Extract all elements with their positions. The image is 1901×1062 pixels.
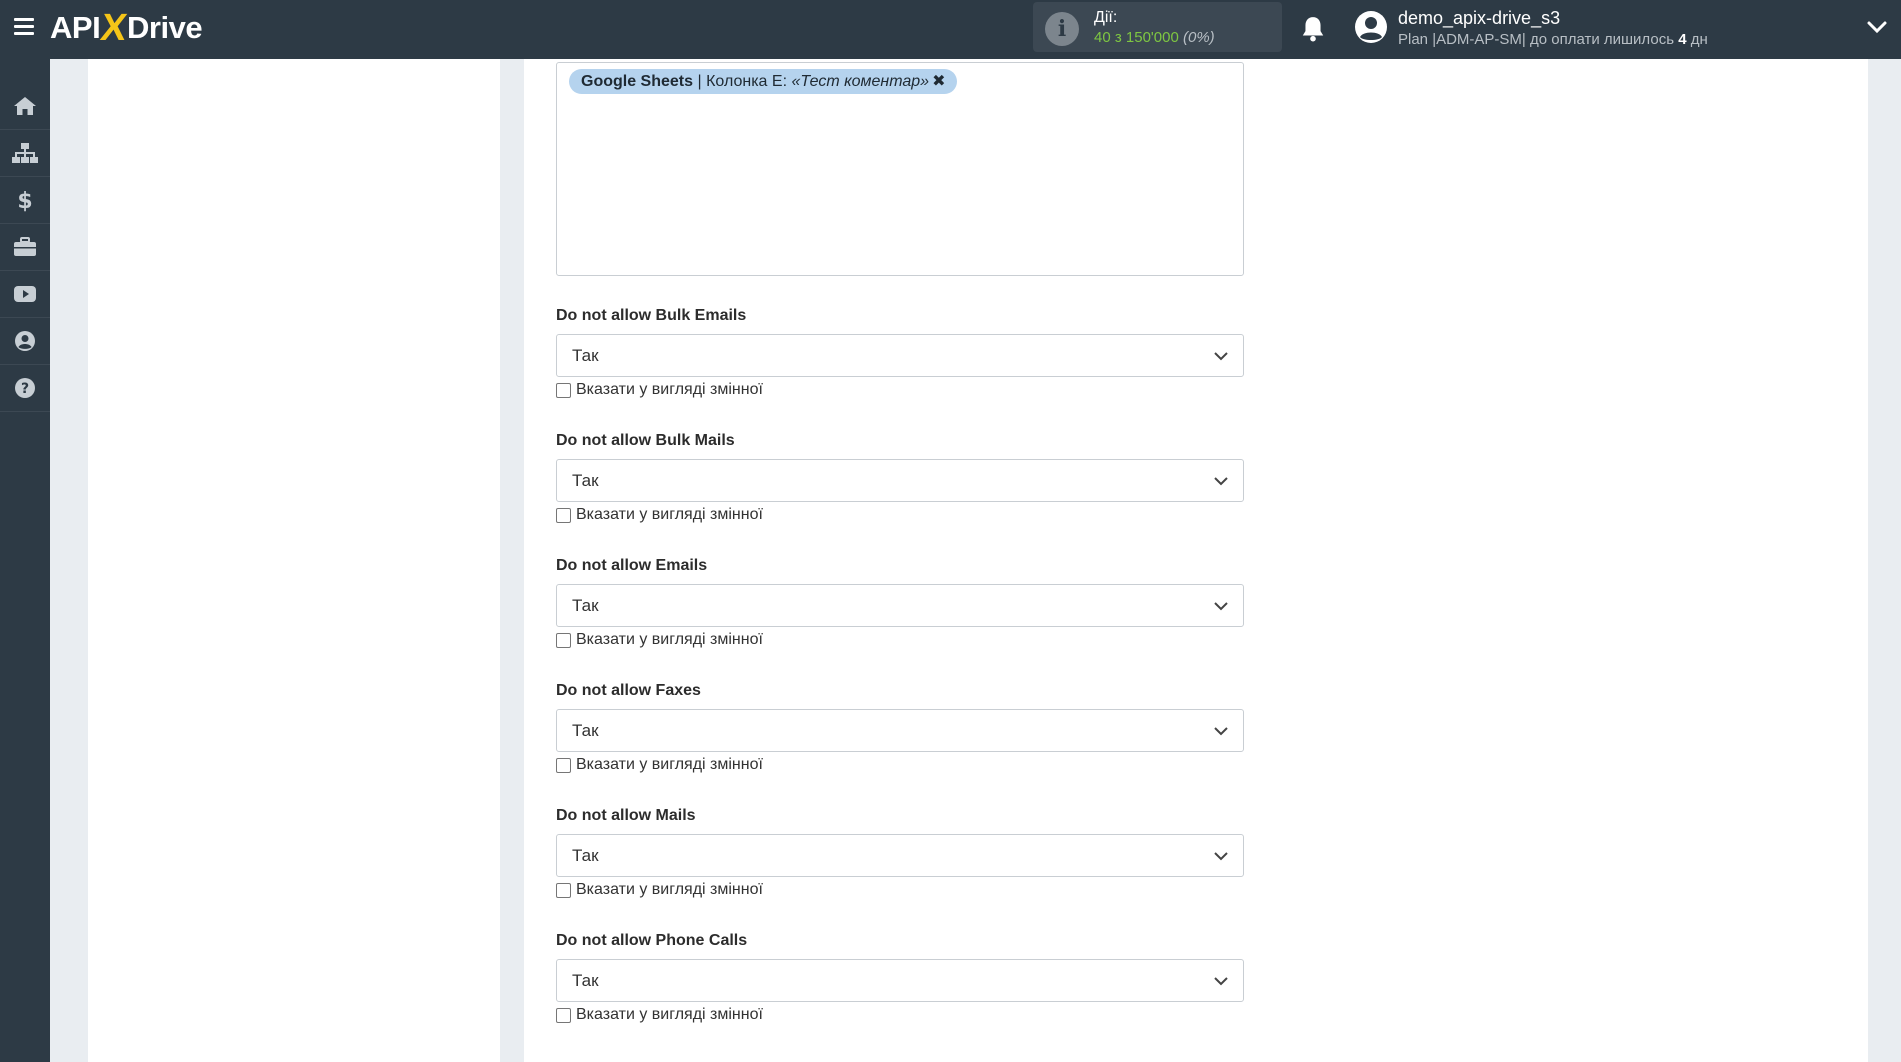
select-do-not-allow-faxes[interactable]: Так <box>556 709 1244 752</box>
tag-remove-icon[interactable]: ✖ <box>932 73 945 90</box>
info-icon: i <box>1045 12 1079 46</box>
plan-days: 4 <box>1678 31 1687 48</box>
chevron-down-icon <box>1214 352 1228 361</box>
sidebar-item-services[interactable] <box>0 224 50 271</box>
field-label: Do not allow Phone Calls <box>556 932 748 949</box>
select-do-not-allow-mails[interactable]: Так <box>556 834 1244 877</box>
field-label: Do not allow Faxes <box>556 682 701 699</box>
user-plan: Plan |ADM-AP-SM| до оплати лишилось 4 дн <box>1398 31 1708 48</box>
sidebar-item-billing[interactable]: $ <box>0 177 50 224</box>
checkbox-row: Вказати у вигляді змінної <box>556 755 763 775</box>
chevron-down-icon <box>1214 727 1228 736</box>
variable-checkbox[interactable] <box>556 507 571 523</box>
chevron-down-icon <box>1214 852 1228 861</box>
actions-label: Дії: <box>1094 9 1118 26</box>
field-label: Do not allow Mails <box>556 807 696 824</box>
checkbox-label[interactable]: Вказати у вигляді змінної <box>576 881 763 899</box>
tag-source: Google Sheets <box>581 73 694 90</box>
checkbox-label[interactable]: Вказати у вигляді змінної <box>576 756 763 774</box>
field-mapping-textarea[interactable]: Google Sheets | Колонка E: «Тест комента… <box>556 62 1244 276</box>
sidebar-item-home[interactable] <box>0 83 50 130</box>
sidebar-item-connections[interactable] <box>0 130 50 177</box>
field-label: Do not allow Bulk Mails <box>556 432 735 449</box>
checkbox-row: Вказати у вигляді змінної <box>556 880 763 900</box>
sidebar: $ ? <box>0 59 50 1062</box>
menu-icon[interactable] <box>14 18 34 36</box>
checkbox-row: Вказати у вигляді змінної <box>556 630 763 650</box>
svg-text:$: $ <box>17 189 32 212</box>
variable-checkbox[interactable] <box>556 1007 571 1023</box>
sidebar-item-video[interactable] <box>0 271 50 318</box>
select-value: Так <box>572 721 599 740</box>
field-label: Do not allow Emails <box>556 557 708 574</box>
sitemap-icon <box>12 143 38 163</box>
chevron-down-icon[interactable] <box>1866 18 1888 36</box>
select-do-not-allow-emails[interactable]: Так <box>556 584 1244 627</box>
chevron-down-icon <box>1214 977 1228 986</box>
left-panel <box>88 59 500 1062</box>
select-value: Так <box>572 596 599 615</box>
checkbox-label[interactable]: Вказати у вигляді змінної <box>576 381 763 399</box>
field-label: Do not allow Bulk Emails <box>556 307 747 324</box>
bell-icon[interactable] <box>1300 15 1326 43</box>
user-name[interactable]: demo_apix-drive_s3 <box>1398 8 1560 29</box>
logo[interactable]: API X Drive <box>50 6 203 49</box>
select-do-not-allow-phone-calls[interactable]: Так <box>556 959 1244 1002</box>
actions-counter: i Дії: 40 з 150'000 (0%) <box>1033 2 1282 52</box>
checkbox-label[interactable]: Вказати у вигляді змінної <box>576 506 763 524</box>
select-do-not-allow-bulk-emails[interactable]: Так <box>556 334 1244 377</box>
tag-column: | Колонка E: <box>693 73 792 90</box>
logo-text-x: X <box>98 6 130 49</box>
sidebar-item-help[interactable]: ? <box>0 365 50 412</box>
plan-days-unit: дн <box>1690 31 1708 48</box>
logo-text-api: API <box>50 10 101 45</box>
select-value: Так <box>572 846 599 865</box>
actions-percent: (0%) <box>1183 29 1215 46</box>
select-value: Так <box>572 471 599 490</box>
top-bar: API X Drive i Дії: 40 з 150'000 (0%) demo_… <box>0 0 1901 59</box>
select-value: Так <box>572 971 599 990</box>
variable-checkbox[interactable] <box>556 632 571 648</box>
variable-checkbox[interactable] <box>556 882 571 898</box>
tag-value: «Тест коментар» <box>791 73 930 90</box>
youtube-icon <box>14 286 36 302</box>
dollar-icon: $ <box>17 189 32 212</box>
select-value: Так <box>572 346 599 365</box>
select-do-not-allow-bulk-mails[interactable]: Так <box>556 459 1244 502</box>
checkbox-label[interactable]: Вказати у вигляді змінної <box>576 1006 763 1024</box>
user-avatar-icon[interactable] <box>1354 10 1388 44</box>
checkbox-row: Вказати у вигляді змінної <box>556 505 763 525</box>
question-icon: ? <box>15 378 35 398</box>
user-circle-icon <box>15 331 35 351</box>
variable-tag[interactable]: Google Sheets | Колонка E: «Тест комента… <box>569 69 958 94</box>
briefcase-icon <box>14 237 36 256</box>
home-icon <box>14 97 36 115</box>
checkbox-row: Вказати у вигляді змінної <box>556 1005 763 1025</box>
checkbox-row: Вказати у вигляді змінної <box>556 380 763 400</box>
actions-count: 40 з 150'000 <box>1094 29 1179 46</box>
variable-checkbox[interactable] <box>556 757 571 773</box>
variable-checkbox[interactable] <box>556 382 571 398</box>
chevron-down-icon <box>1214 477 1228 486</box>
actions-value: 40 з 150'000 (0%) <box>1094 29 1215 46</box>
logo-text-drive: Drive <box>127 10 203 45</box>
svg-text:?: ? <box>21 381 29 397</box>
chevron-down-icon <box>1214 602 1228 611</box>
checkbox-label[interactable]: Вказати у вигляді змінної <box>576 631 763 649</box>
sidebar-item-account[interactable] <box>0 318 50 365</box>
plan-text: Plan |ADM-AP-SM| до оплати лишилось <box>1398 31 1675 48</box>
